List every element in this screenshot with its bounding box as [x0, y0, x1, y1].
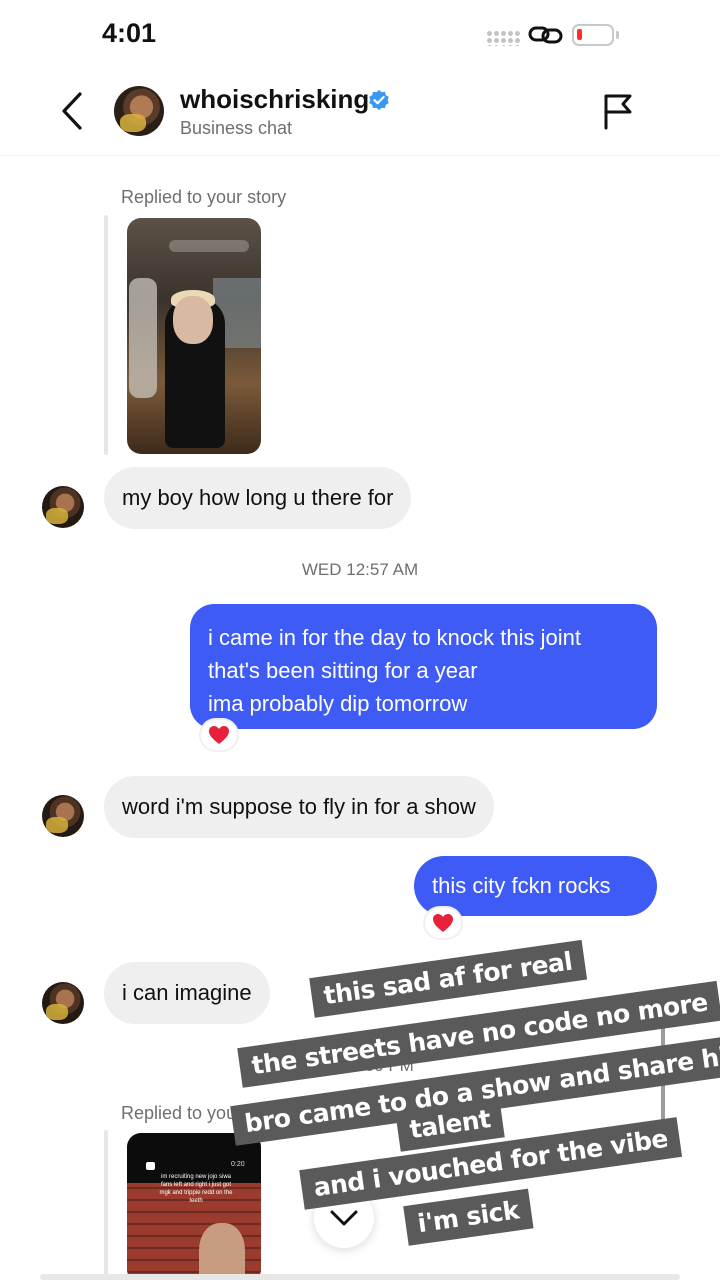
back-button[interactable] — [56, 90, 90, 132]
link-icon — [528, 26, 563, 44]
heart-icon — [433, 914, 453, 932]
contact-avatar[interactable] — [114, 86, 164, 136]
battery-icon — [572, 24, 614, 46]
flag-button[interactable] — [600, 92, 636, 132]
story-background-person — [129, 278, 157, 398]
story-duration: 0:20 — [231, 1161, 245, 1168]
incoming-message[interactable]: i can imagine — [104, 962, 270, 1024]
location-sticker — [169, 240, 249, 252]
avatar[interactable] — [42, 795, 84, 837]
story-thumbnail[interactable] — [127, 218, 261, 454]
avatar[interactable] — [42, 982, 84, 1024]
chat-type-label: Business chat — [180, 118, 293, 138]
chevron-down-icon — [330, 1210, 358, 1226]
avatar[interactable] — [42, 486, 84, 528]
incoming-message[interactable]: word i'm suppose to fly in for a show — [104, 776, 494, 838]
story-person — [199, 1223, 245, 1280]
overlay-text-line: i'm sick — [403, 1188, 534, 1246]
message-line: ima probably dip tomorrow — [208, 691, 468, 716]
story-person-face — [173, 296, 213, 344]
status-bar: 4:01 — [0, 0, 720, 72]
story-caption: im recruiting new jojo siwa fans left an… — [159, 1174, 233, 1204]
heart-icon — [209, 726, 229, 744]
battery-cap — [616, 31, 619, 39]
timestamp: WED 12:57 AM — [301, 560, 419, 579]
outgoing-message[interactable]: i came in for the day to knock this join… — [190, 604, 657, 729]
verified-badge-icon — [369, 90, 389, 110]
reply-bar — [104, 215, 108, 455]
reply-label: Replied to your story — [121, 187, 287, 207]
contact-username[interactable]: whoischrisking — [180, 84, 369, 115]
story-thumbnail[interactable]: 0:20 im recruiting new jojo siwa fans le… — [127, 1133, 261, 1280]
status-time: 4:01 — [102, 18, 157, 48]
message-reaction[interactable] — [199, 718, 239, 752]
message-line: that's been sitting for a year — [208, 658, 478, 683]
message-line: i came in for the day to knock this join… — [208, 625, 581, 650]
message-reaction[interactable] — [423, 906, 463, 940]
camera-icon — [146, 1162, 155, 1170]
bottom-edge — [40, 1274, 680, 1280]
cellular-signal-icon — [486, 30, 520, 46]
incoming-message[interactable]: my boy how long u there for — [104, 467, 412, 529]
reply-bar — [104, 1130, 108, 1280]
chat-header: whoischrisking Business chat — [0, 72, 720, 156]
